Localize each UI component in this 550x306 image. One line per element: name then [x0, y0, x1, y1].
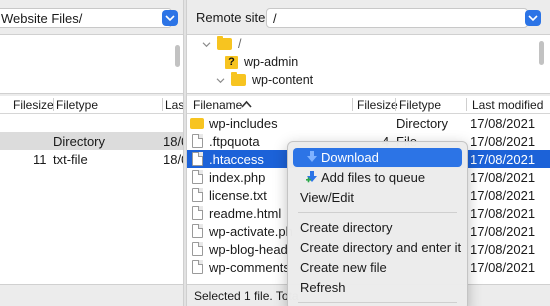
file-modified: 17/08/2021	[470, 260, 536, 275]
col-label: Filename	[193, 98, 243, 112]
menu-item-add-to-queue[interactable]: Add files to queue	[293, 168, 462, 187]
remote-tree[interactable]: / ? wp-admin wp-content	[187, 34, 550, 94]
file-modified: 17/08/2021	[470, 224, 536, 239]
menu-item-label: Create directory and enter it	[300, 240, 462, 255]
menu-item-create-new-file[interactable]: Create new file	[293, 258, 462, 277]
local-tree[interactable]	[0, 34, 184, 94]
local-col-filetype[interactable]: Filetype	[56, 98, 98, 112]
menu-item-label: Refresh	[300, 280, 346, 295]
file-type: Directory	[53, 134, 106, 149]
menu-item-label: Add files to queue	[321, 170, 426, 185]
menu-item-label: Download	[321, 150, 379, 165]
column-separator	[466, 98, 467, 111]
context-menu: Download Add files to queue View/Edit Cr…	[287, 141, 468, 306]
column-separator	[352, 98, 353, 111]
tree-node-label: wp-content	[252, 73, 314, 87]
file-name: wp-comments	[209, 260, 290, 275]
file-icon	[192, 188, 203, 202]
local-site-bar: Website Files/	[0, 0, 184, 34]
chevron-down-icon	[165, 15, 175, 22]
file-type: txt-file	[53, 152, 88, 167]
menu-item-create-directory-enter[interactable]: Create directory and enter it	[293, 238, 462, 257]
menu-separator	[298, 302, 457, 303]
status-text: Selected 1 file. Tota	[194, 289, 299, 303]
file-size: 11	[33, 152, 47, 167]
file-modified: 17/08/2021	[470, 206, 536, 221]
local-status-bar	[0, 284, 184, 306]
remote-column-header: Filename Filesize Filetype Last modified	[187, 96, 550, 114]
file-name: .htaccess	[209, 152, 264, 167]
tree-node-root[interactable]: /	[201, 35, 241, 53]
column-separator	[395, 98, 396, 111]
menu-item-create-directory[interactable]: Create directory	[293, 218, 462, 237]
chevron-down-icon	[528, 15, 538, 22]
local-site-input[interactable]: Website Files/	[0, 8, 172, 28]
download-icon	[307, 151, 317, 162]
menu-item-download[interactable]: Download	[293, 148, 462, 167]
local-tree-scrollbar[interactable]	[175, 45, 180, 67]
menu-item-refresh[interactable]: Refresh	[293, 278, 462, 297]
menu-item-label: Create new file	[300, 260, 387, 275]
menu-item-label: View/Edit	[300, 190, 354, 205]
chevron-down-icon[interactable]	[215, 75, 225, 85]
file-modified: 17/08/2021	[470, 134, 536, 149]
file-name: wp-activate.ph	[209, 224, 293, 239]
file-name: readme.html	[209, 206, 282, 221]
file-modified: 17/08/2021	[470, 188, 536, 203]
remote-col-filename[interactable]: Filename	[193, 98, 242, 112]
menu-item-view-edit[interactable]: View/Edit	[293, 188, 462, 207]
tree-node-wp-content[interactable]: wp-content	[215, 71, 313, 89]
column-separator	[162, 98, 163, 111]
remote-site-dropdown-button[interactable]	[525, 10, 541, 26]
remote-tree-scrollbar[interactable]	[539, 41, 544, 65]
local-site-path: Website Files/	[1, 11, 83, 26]
file-name: license.txt	[209, 188, 267, 203]
file-name: index.php	[209, 170, 266, 185]
folder-icon	[231, 72, 246, 86]
file-icon	[192, 260, 203, 274]
file-modified: 17/08/2021	[470, 242, 536, 257]
local-site-dropdown-button[interactable]	[162, 10, 178, 26]
file-modified: 17/08/2021	[470, 152, 536, 167]
remote-col-filesize[interactable]: Filesize	[357, 98, 398, 112]
file-icon	[192, 152, 203, 166]
remote-site-label: Remote site:	[196, 10, 269, 25]
tree-node-label: /	[238, 37, 242, 51]
file-name: wp-blog-head	[209, 242, 288, 257]
file-name: wp-includes	[209, 116, 278, 131]
question-icon: ?	[225, 55, 238, 69]
add-to-queue-icon	[306, 171, 317, 183]
sort-ascending-icon	[241, 100, 252, 108]
menu-item-label: Create directory	[300, 220, 393, 235]
menu-separator	[298, 212, 457, 213]
file-name: .ftpquota	[209, 134, 260, 149]
file-modified: 17/08/2021	[470, 116, 536, 131]
file-icon	[192, 224, 203, 238]
file-icon	[192, 134, 203, 148]
table-row[interactable]: wp-includes Directory 17/08/2021	[187, 114, 550, 132]
file-icon	[192, 206, 203, 220]
local-column-header: Filesize Filetype Las	[0, 96, 184, 114]
folder-icon	[190, 118, 204, 129]
file-icon	[192, 242, 203, 256]
local-col-modified[interactable]: Las	[165, 98, 184, 112]
remote-col-modified[interactable]: Last modified	[472, 98, 543, 112]
local-file-list: Directory 18/0 11 txt-file 18/0	[0, 114, 188, 284]
file-modified: 17/08/2021	[470, 170, 536, 185]
column-separator	[53, 98, 54, 111]
folder-icon	[217, 36, 232, 50]
remote-site-bar: Remote site: /	[187, 0, 550, 34]
file-icon	[192, 170, 203, 184]
remote-col-filetype[interactable]: Filetype	[399, 98, 441, 112]
file-type: Directory	[396, 116, 449, 131]
remote-site-input[interactable]: /	[266, 8, 528, 28]
local-file-row[interactable]: Directory 18/0	[0, 132, 188, 150]
remote-site-path: /	[273, 11, 277, 26]
tree-node-wp-admin[interactable]: ? wp-admin	[225, 53, 298, 71]
chevron-down-icon[interactable]	[201, 39, 211, 49]
local-col-filesize[interactable]: Filesize	[13, 98, 54, 112]
local-file-row[interactable]: 11 txt-file 18/0	[0, 150, 188, 168]
tree-node-label: wp-admin	[244, 55, 299, 69]
